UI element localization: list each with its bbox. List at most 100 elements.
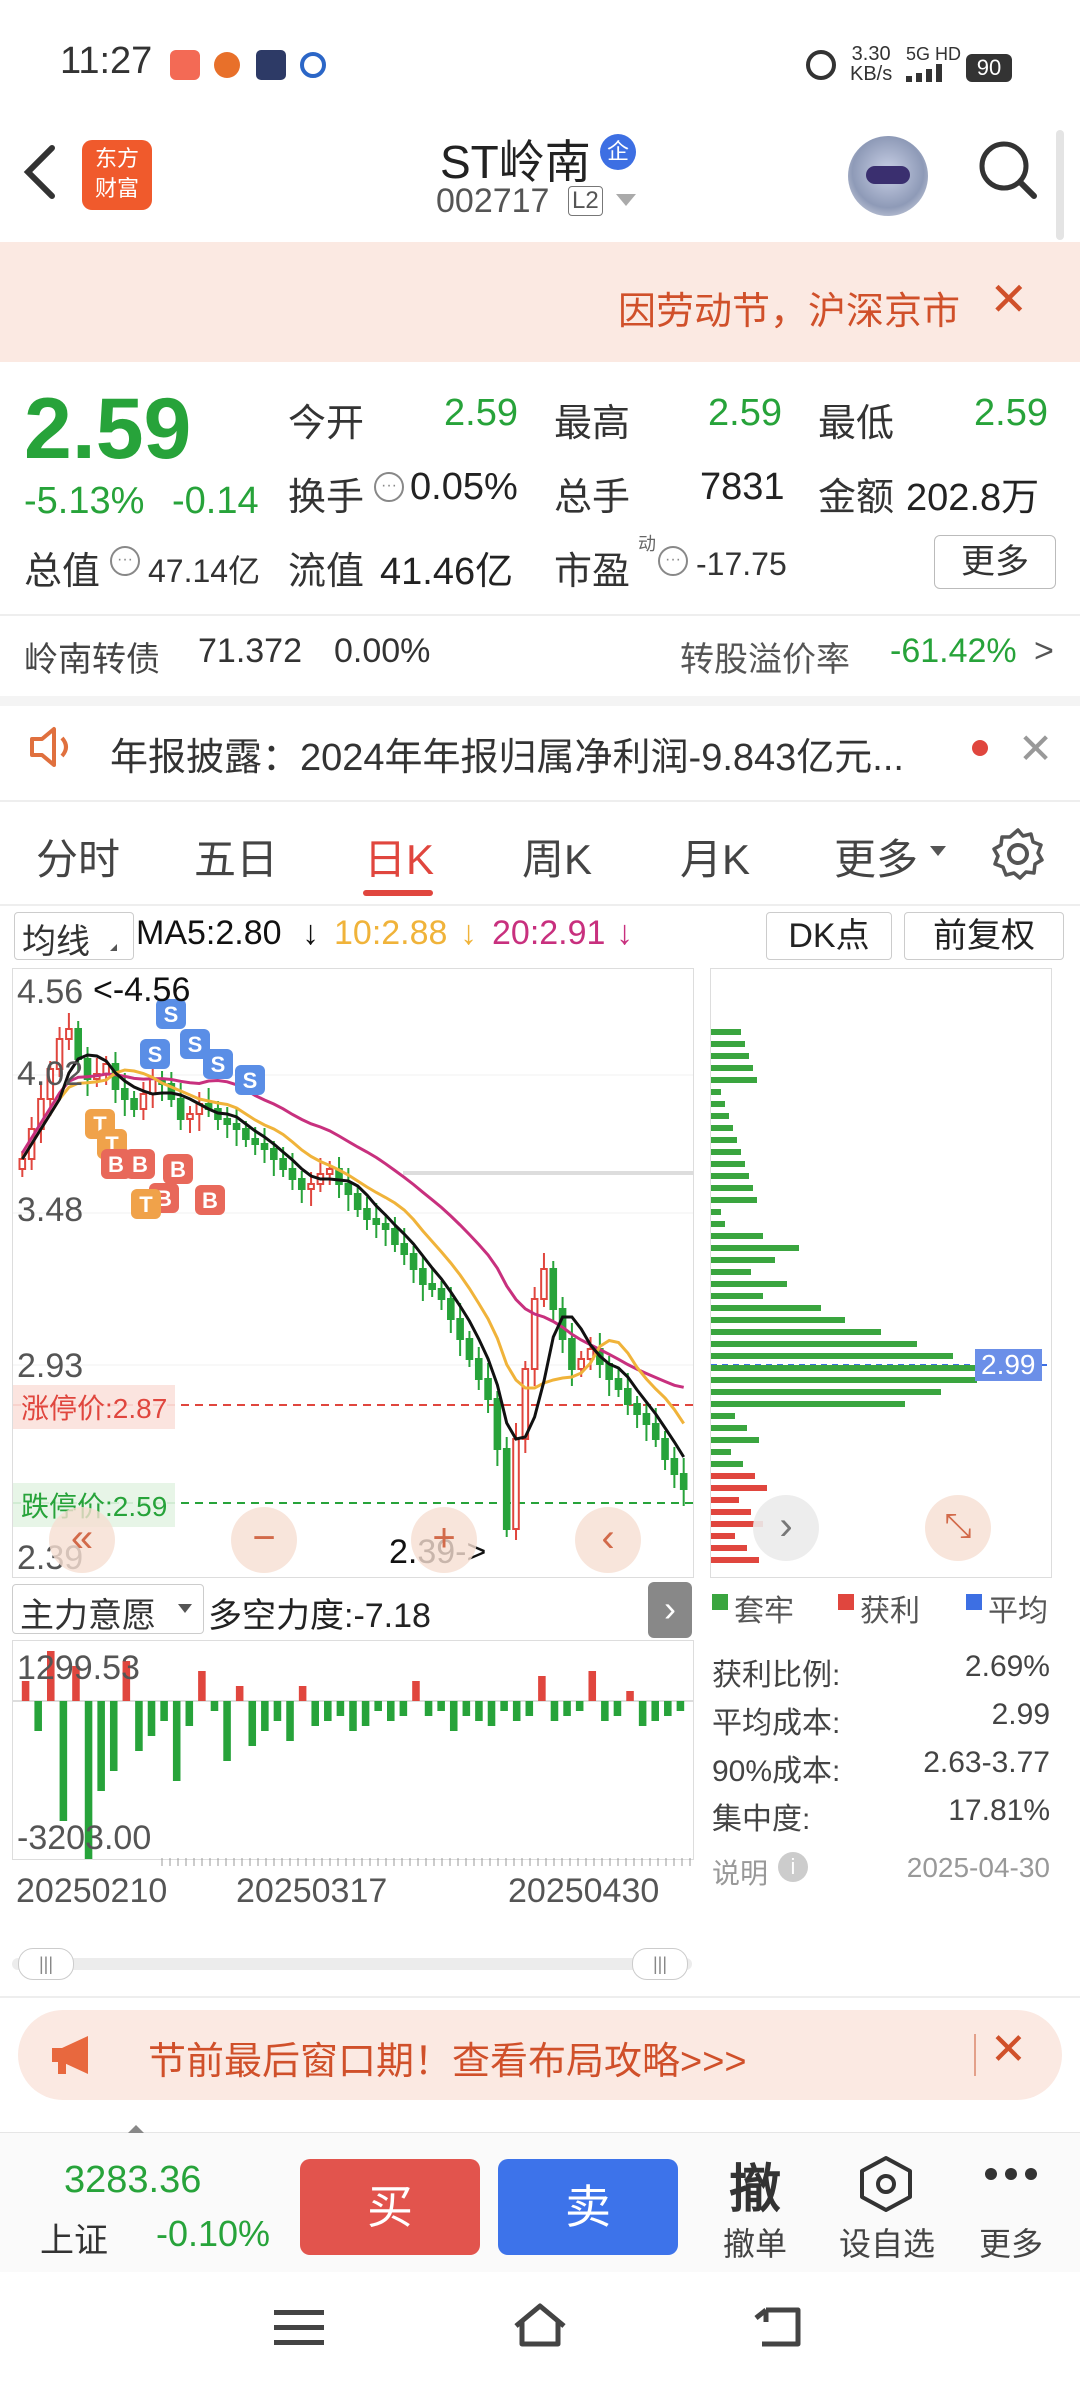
tab-intraday[interactable]: 分时 [36,826,120,887]
chip-svg [711,1029,1051,1563]
indicator-bar [311,1701,319,1726]
zoom-out-icon[interactable]: − [231,1507,297,1573]
level2-tag[interactable]: L2 [568,186,603,216]
candle-body [512,1438,520,1530]
index-value[interactable]: 3283.36 [64,2159,201,2202]
assistant-robot-icon[interactable] [848,136,928,216]
chip-bar [711,1257,775,1263]
chip-distribution-area[interactable]: 2.99 › ⤡ [710,968,1052,1578]
info-dots-icon[interactable]: ··· [374,472,404,502]
back-button[interactable] [20,142,60,216]
chip-bar [711,1401,905,1407]
bond-price: 71.372 [198,632,302,670]
tab-daily-k[interactable]: 日K [364,826,434,887]
info-icon[interactable]: i [778,1852,808,1882]
play-notification-icon [256,50,286,80]
chip-note-label[interactable]: 说明 [712,1852,768,1892]
slider-right-handle[interactable]: ||| [632,1948,688,1980]
search-icon[interactable] [976,138,1037,199]
premium-arrow-icon[interactable]: > [1034,632,1054,671]
date-axis-ticks [161,1858,691,1866]
tab-weekly-k[interactable]: 周K [522,826,592,887]
more-label[interactable]: 更多 [956,2219,1066,2265]
adjust-button[interactable]: 前复权 [904,912,1064,960]
bond-name[interactable]: 岭南转债 [24,632,160,681]
more-dots-icon[interactable] [984,2167,1038,2186]
more-dropdown-icon[interactable] [930,846,946,856]
current-price: 2.59 [24,381,192,477]
report-close-button[interactable]: ✕ [1018,724,1053,773]
chip-bar [711,1209,721,1215]
quote-more-button[interactable]: 更多 [934,535,1056,589]
banner-divider [974,2034,976,2076]
index-name: 上证 [40,2222,108,2260]
status-bar: 11:27 3.30 KB/s 5G HD 90 [0,0,1080,120]
candle-body [65,1028,73,1040]
chip-bar [711,1221,725,1227]
kline-chart-area[interactable]: SSSSSTTBBBBBT 4.56 <-4.56 4.02 3.48 2.93… [12,968,694,1578]
cancel-order-label[interactable]: 撤单 [700,2219,810,2265]
sell-button[interactable]: 卖 [498,2159,678,2255]
trade-marker-text: T [139,1192,153,1217]
add-watchlist-label[interactable]: 设自选 [832,2219,942,2265]
report-text[interactable]: 年报披露：2024年年报归属净利润-9.843亿元... [110,726,904,781]
tab-more[interactable]: 更多 [834,826,918,887]
slider-left-handle[interactable]: ||| [18,1948,74,1980]
chip-date: 2025-04-30 [906,1852,1050,1883]
indicator-bar [172,1701,181,1781]
back-nav-icon[interactable] [752,2304,804,2355]
menu-icon[interactable] [274,2308,324,2353]
add-watchlist-icon[interactable] [858,2155,914,2218]
indicator-bar [512,1701,521,1721]
expand-arrow-icon[interactable]: › [648,1582,692,1638]
info-dots-icon[interactable]: ··· [110,546,140,576]
code-dropdown-icon[interactable] [616,194,636,206]
fullscreen-icon[interactable]: ⤡ [925,1495,991,1561]
indicator-top-value: 1299.53 [17,1649,140,1687]
cancel-order-icon[interactable]: 撤 [700,2147,810,2222]
indicator-bar [109,1701,118,1771]
chip-bar [711,1185,753,1191]
zoom-in-icon[interactable]: + [411,1507,477,1573]
scrollbar[interactable] [1056,130,1064,240]
megaphone-icon [48,2034,98,2081]
chip-bar [711,1113,729,1119]
next-icon[interactable]: › [753,1495,819,1561]
candle-body [670,1458,679,1475]
tab-five-day[interactable]: 五日 [194,826,278,887]
candle-body [428,1283,436,1290]
indicator-bar [626,1691,634,1701]
ma-selector-label: 均线 [22,923,90,961]
promo-banner[interactable]: 节前最后窗口期！查看布局攻略>>> ✕ [18,2010,1062,2100]
candle-body [297,1178,306,1190]
indicator-bar [487,1701,496,1726]
candle-body [549,1268,558,1310]
chip-bar [711,1485,767,1491]
chip-bar [711,1449,731,1455]
settings-gear-icon[interactable] [990,826,1046,887]
home-icon[interactable] [510,2300,570,2355]
indicator-chart-area[interactable]: 1299.53 -3203.00 [12,1640,694,1860]
range-slider[interactable]: ||| ||| [12,1940,692,1986]
candle-body [474,1358,483,1380]
candle-body [540,1268,548,1300]
indicator-bar [147,1701,156,1736]
info-dots-icon[interactable]: ··· [658,546,688,576]
candle-body [186,1113,194,1120]
indicator-dropdown-icon[interactable] [178,1604,192,1613]
tab-monthly-k[interactable]: 月K [680,826,750,887]
app-logo[interactable]: 东方 财富 [82,140,152,210]
y-axis-top: 4.56 [17,973,84,1011]
buy-button[interactable]: 买 [300,2159,480,2255]
date-label-start: 20250210 [16,1872,168,1910]
pe-value: -17.75 [696,546,787,582]
notice-close-button[interactable]: ✕ [989,272,1028,326]
trade-marker-text: B [170,1157,186,1182]
prev-icon[interactable]: ‹ [575,1507,641,1573]
banner-close-button[interactable]: ✕ [990,2024,1027,2075]
chip-bar [711,1353,953,1359]
holiday-notice[interactable]: 因劳动节，沪深京市 ✕ [0,242,1080,362]
dk-point-button[interactable]: DK点 [766,912,892,960]
candle-body [260,1143,269,1150]
rewind-icon[interactable]: « [49,1507,115,1573]
